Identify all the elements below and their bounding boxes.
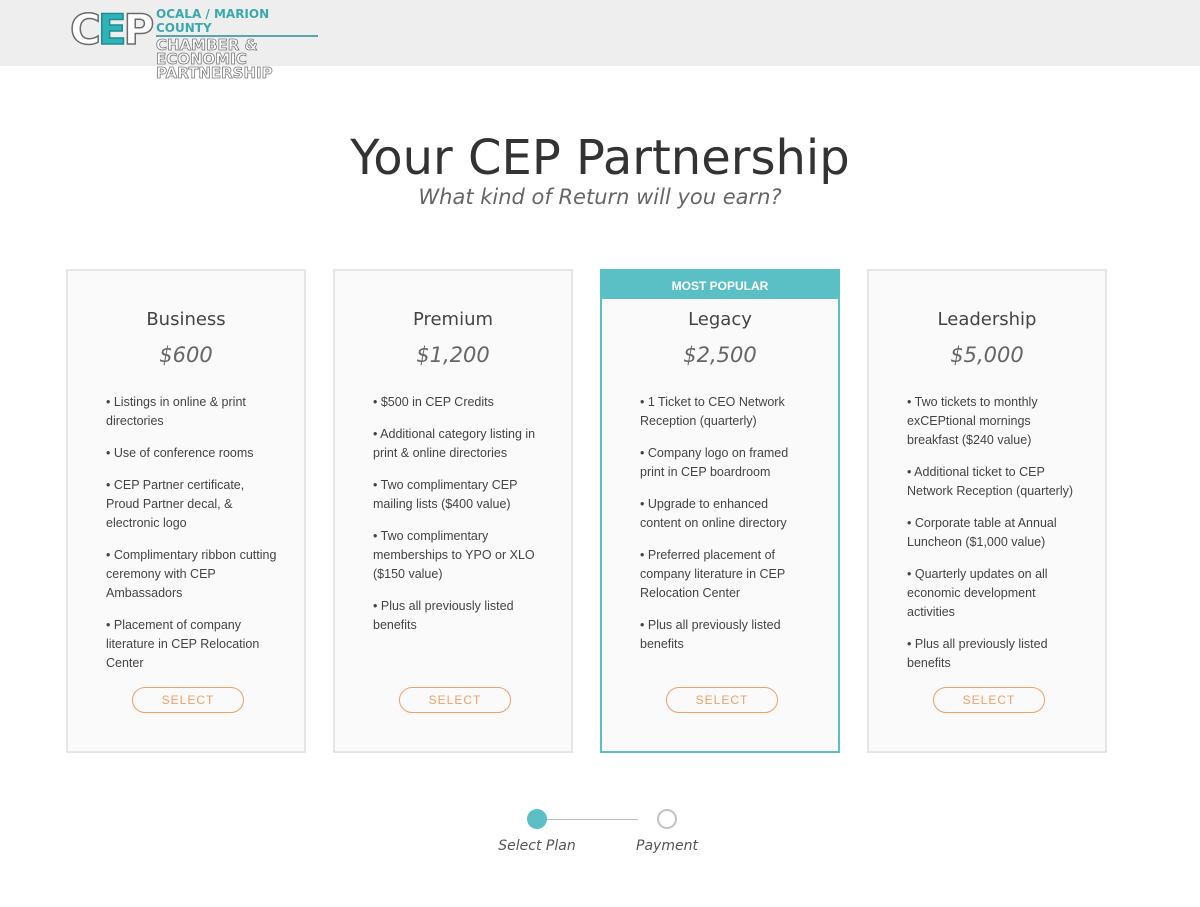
plan-feature: Two complimentary memberships to YPO or …: [373, 527, 545, 584]
plan-feature: Additional category listing in print & o…: [373, 425, 545, 463]
step-select-plan-indicator[interactable]: [527, 809, 547, 829]
step-select-plan-label: Select Plan: [498, 838, 576, 854]
plan-feature: Plus all previously listed benefits: [373, 597, 545, 635]
plan-name: Legacy: [688, 309, 752, 330]
logo-line-partnership: Partnership: [156, 64, 273, 82]
plan-feature: Listings in online & print directories: [106, 393, 278, 431]
plan-card-legacy: Most Popular Legacy $2,500 1 Ticket to C…: [600, 269, 840, 753]
plan-feature: Corporate table at Annual Luncheon ($1,0…: [907, 514, 1079, 552]
plan-feature: Upgrade to enhanced content on online di…: [640, 495, 812, 533]
select-business-button[interactable]: Select: [132, 687, 244, 713]
select-legacy-button[interactable]: Select: [666, 687, 778, 713]
plan-feature: Quarterly updates on all economic develo…: [907, 565, 1079, 622]
step-connector-line: [546, 819, 638, 820]
logo-wordmark: Ocala / Marion County Chamber & Economic…: [156, 7, 320, 82]
select-leadership-button[interactable]: Select: [933, 687, 1045, 713]
logo-mark: CEP: [69, 5, 155, 55]
page-title: Your CEP Partnership: [350, 130, 850, 186]
plan-price: $2,500: [683, 343, 757, 367]
plan-feature: CEP Partner certificate, Proud Partner d…: [106, 476, 278, 533]
plan-name: Leadership: [937, 309, 1037, 330]
plan-card-premium: Premium $1,200 $500 in CEP Credits Addit…: [333, 269, 573, 753]
plan-feature: Company logo on framed print in CEP boar…: [640, 444, 812, 482]
plan-price: $600: [159, 343, 213, 367]
plan-name: Business: [146, 309, 226, 330]
plan-card-leadership: Leadership $5,000 Two tickets to monthly…: [867, 269, 1107, 753]
select-premium-button[interactable]: Select: [399, 687, 511, 713]
plan-cards: Business $600 Listings in online & print…: [66, 269, 1112, 756]
checkout-progress-steps: Select Plan Payment: [490, 808, 720, 868]
plan-features-list: Listings in online & print directories U…: [106, 393, 278, 686]
plan-card-business: Business $600 Listings in online & print…: [66, 269, 306, 753]
plan-feature: $500 in CEP Credits: [373, 393, 545, 412]
plan-feature: Placement of company literature in CEP R…: [106, 616, 278, 673]
step-payment-indicator[interactable]: [657, 809, 677, 829]
top-header-bar: CEP Ocala / Marion County Chamber & Econ…: [0, 0, 1200, 81]
plan-feature: Plus all previously listed benefits: [640, 616, 812, 654]
plan-features-list: 1 Ticket to CEO Network Reception (quart…: [640, 393, 812, 667]
page-subtitle: What kind of Return will you earn?: [418, 185, 782, 209]
logo-line-county: Ocala / Marion County: [156, 7, 318, 37]
logo-line-chamber: Chamber & Economic: [156, 36, 258, 68]
plan-feature: Two tickets to monthly exCEPtional morni…: [907, 393, 1079, 450]
plan-feature: Preferred placement of company literatur…: [640, 546, 812, 603]
plan-feature: Use of conference rooms: [106, 444, 278, 463]
step-payment-label: Payment: [636, 838, 698, 854]
plan-price: $1,200: [416, 343, 490, 367]
plan-features-list: $500 in CEP Credits Additional category …: [373, 393, 545, 648]
plan-feature: Plus all previously listed benefits: [907, 635, 1079, 673]
plan-features-list: Two tickets to monthly exCEPtional morni…: [907, 393, 1079, 686]
most-popular-badge: Most Popular: [602, 271, 838, 299]
plan-feature: Two complimentary CEP mailing lists ($40…: [373, 476, 545, 514]
plan-name: Premium: [412, 309, 494, 330]
cep-logo[interactable]: CEP Ocala / Marion County Chamber & Econ…: [69, 5, 320, 81]
plan-feature: Complimentary ribbon cutting ceremony wi…: [106, 546, 278, 603]
plan-feature: Additional ticket to CEP Network Recepti…: [907, 463, 1079, 501]
plan-price: $5,000: [950, 343, 1024, 367]
plan-feature: 1 Ticket to CEO Network Reception (quart…: [640, 393, 812, 431]
